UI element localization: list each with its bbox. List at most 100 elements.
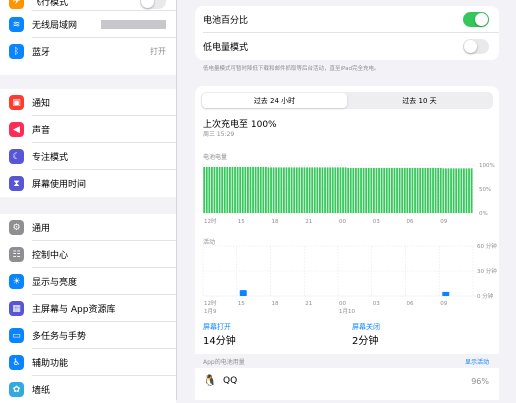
sidebar-item-label: 辅助功能 bbox=[32, 359, 69, 369]
battery-bar bbox=[411, 167, 414, 213]
notification-icon: ▣ bbox=[9, 95, 24, 110]
battery-bar bbox=[223, 166, 226, 213]
battery-bar bbox=[362, 167, 365, 213]
x-tick-label: 03 bbox=[373, 301, 380, 307]
control-center-icon: ☷ bbox=[9, 247, 24, 262]
sidebar-item-display[interactable]: ☀ 显示与亮度 bbox=[0, 268, 176, 295]
battery-bar bbox=[280, 167, 283, 213]
low-power-footnote: 低电量模式可暂时降低下载和邮件抓取等后台活动，直至iPad完全充电。 bbox=[203, 66, 380, 72]
app-row-qq[interactable]: 🐧 QQ 96% bbox=[195, 368, 499, 396]
battery-bar bbox=[344, 167, 347, 213]
battery-bar bbox=[211, 166, 213, 213]
tab-last-24-hours[interactable]: 过去 24 小时 bbox=[202, 93, 347, 108]
sidebar-item-screen-time[interactable]: ⧗ 屏幕使用时间 bbox=[0, 170, 176, 197]
battery-bar bbox=[290, 167, 293, 213]
sidebar-item-bluetooth[interactable]: ᛒ 蓝牙 打开 bbox=[0, 38, 176, 65]
battery-bar bbox=[329, 167, 332, 213]
battery-bar bbox=[409, 167, 411, 213]
battery-bar bbox=[450, 168, 452, 213]
x-tick-label: 06 bbox=[407, 301, 414, 307]
battery-bar bbox=[434, 167, 437, 213]
tab-last-10-days[interactable]: 过去 10 天 bbox=[347, 93, 492, 108]
battery-percentage-row: 电池百分比 bbox=[195, 6, 499, 33]
sidebar-item-multitasking[interactable]: ▭ 多任务与手势 bbox=[0, 322, 176, 349]
activity-bar bbox=[239, 290, 247, 296]
sidebar-item-airplane-mode[interactable]: ✈ 飞行模式 bbox=[0, 0, 176, 11]
battery-bar bbox=[324, 167, 326, 213]
battery-bar bbox=[275, 167, 278, 213]
x-tick-label: 03 bbox=[373, 219, 380, 225]
battery-bar bbox=[347, 167, 350, 213]
screen-off-label: 屏幕关闭 bbox=[352, 323, 380, 331]
battery-bar bbox=[419, 167, 422, 213]
x-tick-label: 06 bbox=[407, 219, 414, 225]
battery-bar bbox=[288, 167, 290, 213]
battery-bar bbox=[303, 167, 306, 213]
battery-bar bbox=[267, 167, 270, 213]
battery-bar bbox=[231, 166, 234, 213]
gear-icon: ⚙ bbox=[9, 220, 24, 235]
battery-bar bbox=[254, 166, 257, 213]
battery-bar bbox=[226, 166, 229, 213]
sidebar-item-wifi[interactable]: ≋ 无线局域网 bbox=[0, 11, 176, 38]
battery-bar bbox=[391, 167, 393, 213]
y-tick-label: 60 分钟 bbox=[477, 243, 497, 250]
sidebar-item-wallpaper[interactable]: ✿ 墙纸 bbox=[0, 376, 176, 403]
battery-percentage-label: 电池百分比 bbox=[203, 16, 249, 26]
battery-bar bbox=[452, 168, 455, 213]
sidebar: ✈ 飞行模式 ≋ 无线局域网 ᛒ 蓝牙 打开 ▣ 通知 ◀ 声音 ☾ 专注模式 bbox=[0, 0, 177, 403]
airplane-icon: ✈ bbox=[9, 0, 24, 9]
battery-bar bbox=[396, 167, 398, 213]
sidebar-item-general[interactable]: ⚙ 通用 bbox=[0, 214, 176, 241]
y-tick-label: 30 分钟 bbox=[477, 267, 497, 275]
bluetooth-icon: ᛒ bbox=[9, 44, 24, 59]
battery-bar bbox=[308, 167, 311, 213]
show-activity-button[interactable]: 显示活动 bbox=[465, 357, 489, 366]
sidebar-item-accessibility[interactable]: ♿ 辅助功能 bbox=[0, 349, 176, 376]
sidebar-item-notifications[interactable]: ▣ 通知 bbox=[0, 89, 176, 116]
battery-bar bbox=[342, 167, 344, 213]
y-tick-label: 100% bbox=[479, 163, 495, 169]
multitask-icon: ▭ bbox=[9, 328, 24, 343]
battery-bar bbox=[218, 166, 221, 213]
battery-bar bbox=[432, 167, 434, 213]
x-tick-label: 12时 bbox=[204, 299, 217, 307]
hourglass-icon: ⧗ bbox=[9, 176, 24, 191]
app-usage-header: App的电池用量 显示活动 bbox=[195, 354, 499, 368]
last-charge-time: 周三 15:29 bbox=[203, 131, 235, 138]
x-tick-label: 15 bbox=[238, 219, 245, 225]
battery-bar bbox=[208, 166, 211, 213]
sidebar-item-home-screen[interactable]: ▦ 主屏幕与 App资源库 bbox=[0, 295, 176, 322]
battery-bar bbox=[429, 167, 432, 213]
battery-bar bbox=[388, 167, 391, 213]
accessibility-icon: ♿ bbox=[9, 355, 24, 370]
sidebar-group-notifications: ▣ 通知 ◀ 声音 ☾ 专注模式 ⧗ 屏幕使用时间 bbox=[0, 89, 176, 197]
battery-bar bbox=[313, 167, 316, 213]
x-tick-label: 09 bbox=[440, 219, 447, 225]
low-power-mode-toggle[interactable] bbox=[463, 39, 489, 54]
time-range-segmented-control: 过去 24 小时 过去 10 天 bbox=[201, 92, 493, 109]
battery-bar bbox=[416, 167, 419, 213]
battery-bar bbox=[306, 167, 308, 213]
sidebar-item-sounds[interactable]: ◀ 声音 bbox=[0, 116, 176, 143]
airplane-toggle[interactable] bbox=[140, 0, 166, 9]
battery-percentage-toggle[interactable] bbox=[463, 12, 489, 27]
app-percent: 96% bbox=[471, 377, 489, 386]
battery-level-chart: 100% 50% 0% 12时 15 18 21 00 03 06 09 bbox=[202, 163, 495, 225]
battery-bar bbox=[229, 166, 231, 213]
battery-bar bbox=[295, 167, 298, 213]
battery-bar bbox=[249, 166, 252, 213]
battery-bar bbox=[427, 167, 429, 213]
battery-bar bbox=[406, 167, 409, 213]
sidebar-item-control-center[interactable]: ☷ 控制中心 bbox=[0, 241, 176, 268]
x-tick-label: 21 bbox=[305, 219, 312, 225]
battery-bar bbox=[283, 167, 285, 213]
battery-bar bbox=[401, 167, 404, 213]
wallpaper-icon: ✿ bbox=[9, 382, 24, 397]
sidebar-item-focus[interactable]: ☾ 专注模式 bbox=[0, 143, 176, 170]
battery-bar bbox=[355, 167, 357, 213]
sidebar-item-label: 墙纸 bbox=[32, 386, 51, 396]
battery-bar bbox=[442, 168, 445, 213]
battery-bar bbox=[445, 168, 447, 213]
battery-bar bbox=[437, 167, 440, 213]
